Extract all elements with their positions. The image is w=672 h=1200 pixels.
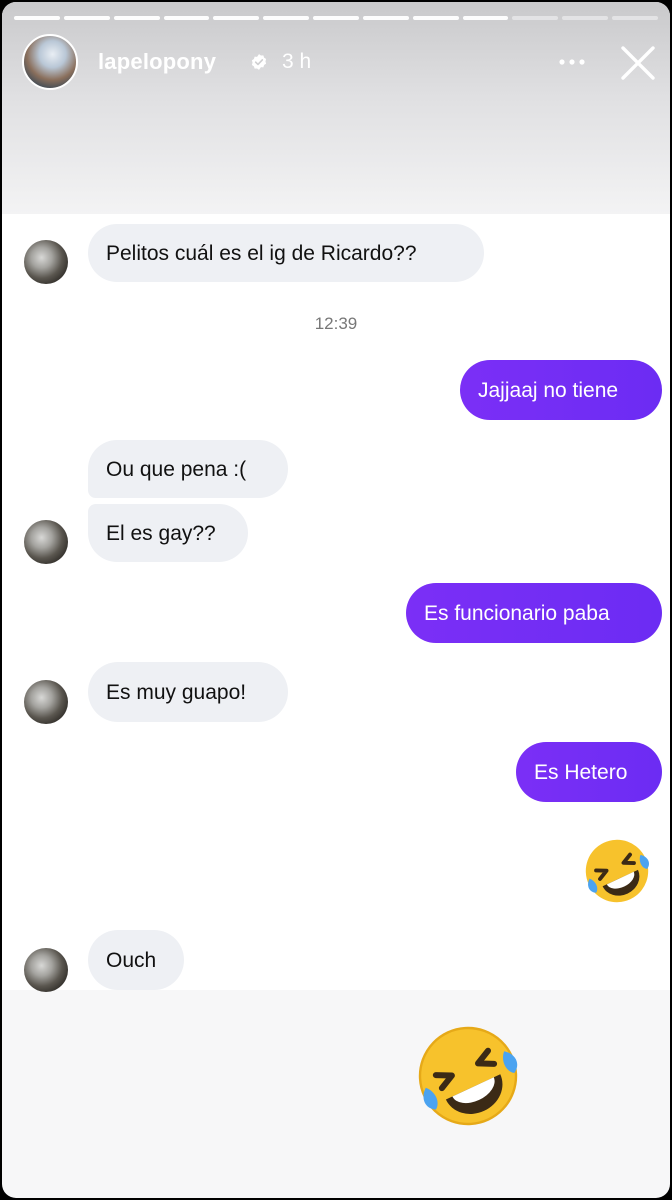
message-bubble-incoming: Ou que pena :( (88, 440, 288, 498)
message-text: Ou que pena :( (106, 457, 247, 481)
message-text: Es muy guapo! (106, 680, 247, 704)
message-bubble-outgoing: Jajjaaj no tiene (460, 360, 662, 420)
progress-segment (562, 16, 609, 20)
message-text: Pelitos cuál es el ig de Ricardo?? (106, 241, 417, 265)
message-bubble-outgoing: Es funcionario paba (406, 583, 662, 643)
chat-timestamp: 12:39 (314, 314, 358, 333)
progress-segment (14, 16, 60, 20)
message-bubble-outgoing: Es Hetero (516, 742, 662, 802)
story-header: lapelopony 3 h (22, 34, 662, 94)
message-bubble-incoming: El es gay?? (88, 504, 248, 562)
chat-screenshot: Pelitos cuál es el ig de Ricardo?? 12:39… (2, 214, 670, 992)
progress-segment (163, 16, 210, 20)
message-bubble-incoming: Ouch (88, 930, 184, 990)
username[interactable]: lapelopony (98, 49, 216, 75)
message-bubble-incoming: Pelitos cuál es el ig de Ricardo?? (88, 224, 484, 282)
story-progress-bar (14, 16, 658, 21)
message-text: El es gay?? (106, 521, 216, 545)
message-text: Ouch (106, 948, 157, 972)
message-text: Es Hetero (534, 760, 628, 784)
story-frame: lapelopony 3 h Pelitos cuál es el ig de … (0, 0, 672, 1200)
contact-avatar (24, 948, 68, 992)
progress-segment (263, 16, 310, 20)
rolling-on-the-floor-laughing-sticker-icon[interactable] (408, 1016, 528, 1136)
progress-segment (313, 16, 359, 20)
progress-segment (213, 16, 260, 20)
more-options-icon[interactable] (554, 50, 590, 74)
story-viewer[interactable]: lapelopony 3 h Pelitos cuál es el ig de … (2, 2, 670, 1198)
rolling-on-the-floor-laughing-icon (585, 839, 649, 903)
profile-avatar[interactable] (22, 34, 78, 90)
message-bubble-incoming: Es muy guapo! (88, 662, 288, 722)
verified-badge-icon (251, 54, 267, 70)
message-text: Jajjaaj no tiene (478, 378, 619, 402)
post-time: 3 h (282, 50, 312, 73)
progress-segment (462, 16, 509, 20)
progress-segment (612, 16, 658, 20)
contact-avatar (24, 240, 68, 284)
progress-segment (362, 16, 409, 20)
contact-avatar (24, 680, 68, 724)
progress-segment (113, 16, 160, 20)
close-icon[interactable] (619, 44, 657, 82)
progress-segment (63, 16, 110, 20)
progress-segment (412, 16, 459, 20)
contact-avatar (24, 520, 68, 564)
message-text: Es funcionario paba (424, 601, 610, 625)
progress-segment (512, 16, 559, 20)
